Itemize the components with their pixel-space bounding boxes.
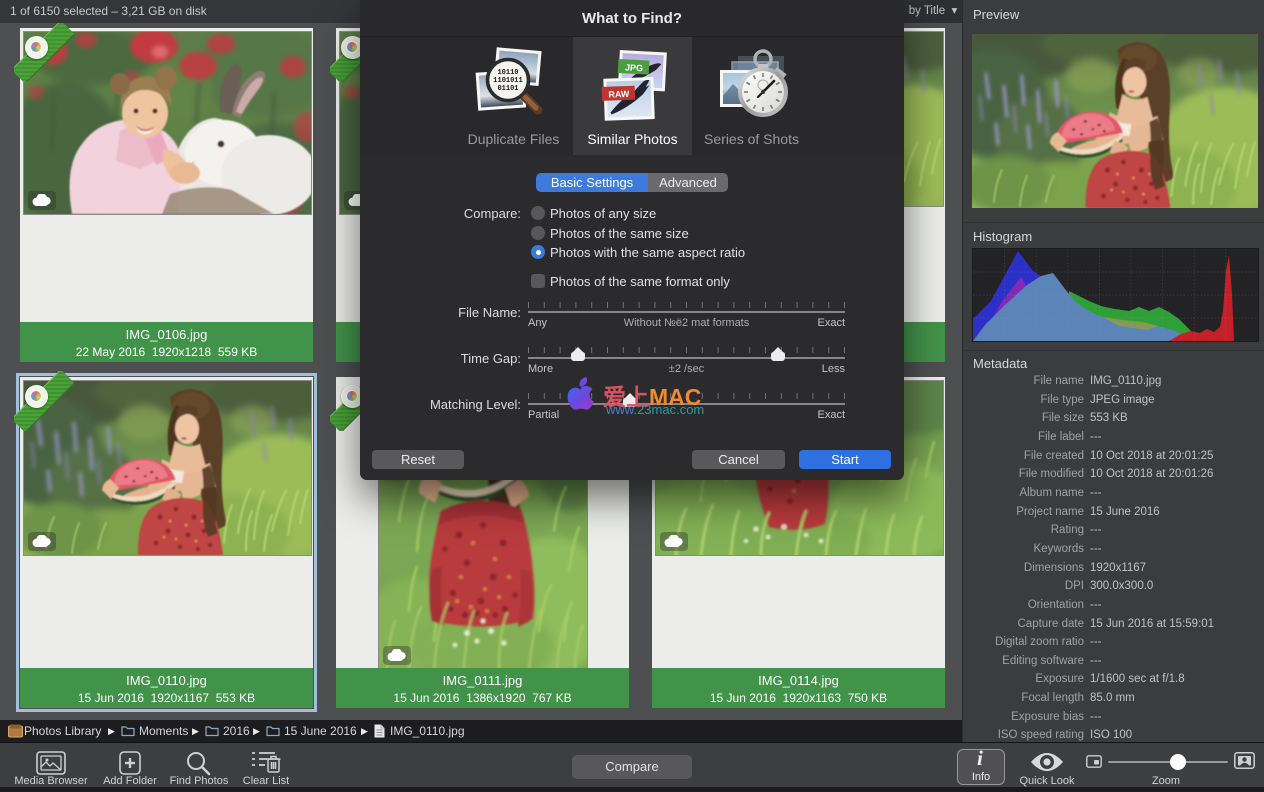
svg-text:1101011: 1101011 (493, 77, 522, 85)
svg-text:01101: 01101 (497, 85, 518, 93)
svg-text:RAW: RAW (608, 89, 630, 100)
svg-text:JPG: JPG (625, 62, 644, 73)
svg-text:10110: 10110 (497, 69, 518, 77)
